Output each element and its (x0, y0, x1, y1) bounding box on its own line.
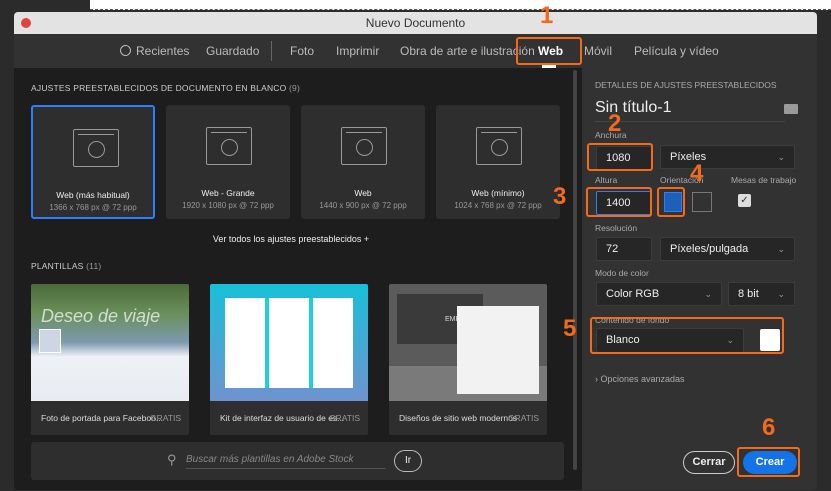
web-document-icon (206, 127, 252, 165)
template-thumbnail: EMPRESA (389, 284, 547, 401)
annotation-box (516, 37, 582, 65)
template-price: GRATIS (149, 413, 181, 423)
globe-icon (491, 139, 508, 156)
template-card[interactable]: Kit de interfaz de usuario de es... GRATI… (210, 284, 368, 435)
clock-icon (120, 45, 131, 56)
chevron-down-icon: ⌄ (704, 289, 712, 299)
web-document-icon (476, 127, 522, 165)
resolution-unit-select[interactable]: Píxeles/pulgada ⌄ (660, 237, 795, 261)
color-mode-select[interactable]: Color RGB ⌄ (596, 282, 722, 306)
search-input[interactable]: Buscar más plantillas en Adobe Stock (186, 454, 386, 469)
resolution-label: Resolución (595, 223, 638, 233)
preset-name: Web (354, 188, 372, 198)
annotation-box (586, 187, 652, 217)
annotation-box (590, 317, 784, 354)
template-price: GRATIS (507, 413, 539, 423)
close-button[interactable]: Cerrar (683, 451, 735, 474)
template-thumbnail (210, 284, 368, 401)
active-tab-indicator (542, 65, 556, 68)
category-tabs: Recientes Guardado Foto Imprimir Obra de… (14, 34, 817, 68)
preset-card[interactable]: Web 1440 x 900 px @ 72 ppp (301, 105, 425, 219)
globe-icon (88, 141, 105, 158)
title-bar: Nuevo Documento (14, 12, 817, 34)
preset-desc: 1440 x 900 px @ 72 ppp (319, 201, 407, 210)
template-name: Kit de interfaz de usuario de es... (220, 413, 345, 423)
bit-depth-select[interactable]: 8 bit ⌄ (728, 282, 795, 306)
height-label: Altura (595, 175, 618, 185)
templates-heading: PLANTILLAS (11) (31, 261, 102, 271)
background-document (90, 0, 831, 10)
chevron-down-icon: ⌄ (777, 244, 785, 254)
tab-pelicula[interactable]: Película y vídeo (634, 44, 719, 58)
annotation-number: 5 (563, 315, 577, 342)
chevron-down-icon: ⌄ (777, 152, 785, 162)
template-name: Foto de portada para Faceboo... (41, 413, 163, 423)
globe-icon (221, 139, 238, 156)
globe-icon (356, 139, 373, 156)
close-window-button[interactable] (21, 18, 31, 28)
search-icon: ⚲ (167, 452, 177, 467)
tab-label: Recientes (136, 44, 190, 58)
annotation-number: 6 (762, 414, 776, 441)
unit-select[interactable]: Píxeles ⌄ (660, 145, 795, 169)
view-all-presets-link[interactable]: Ver todos los ajustes preestablecidos + (14, 234, 568, 244)
template-card[interactable]: Deseo de viaje Foto de portada para Face… (31, 284, 189, 435)
annotation-number: 2 (608, 110, 622, 137)
scrollbar[interactable] (573, 70, 577, 470)
tab-movil[interactable]: Móvil (584, 44, 612, 58)
tab-obra-de-arte[interactable]: Obra de arte e ilustración (400, 44, 535, 58)
annotation-box (587, 143, 653, 171)
tab-recientes[interactable]: Recientes (120, 44, 189, 58)
color-mode-label: Modo de color (595, 268, 649, 278)
preset-card[interactable]: Web (mínimo) 1024 x 768 px @ 72 ppp (436, 105, 560, 219)
chevron-down-icon: ⌄ (777, 289, 785, 299)
advanced-options-toggle[interactable]: › Opciones avanzadas (595, 374, 685, 384)
preset-card[interactable]: Web - Grande 1920 x 1080 px @ 72 ppp (166, 105, 290, 219)
preset-name: Web - Grande (201, 188, 255, 198)
preset-name: Web (más habitual) (56, 190, 130, 200)
resolution-input[interactable]: 72 (596, 237, 652, 261)
annotation-number: 3 (553, 183, 567, 210)
annotation-box (737, 447, 800, 477)
search-go-button[interactable]: Ir (394, 450, 422, 472)
landscape-orientation-button[interactable] (692, 192, 712, 212)
preset-name: Web (mínimo) (471, 188, 525, 198)
annotation-number: 4 (690, 160, 704, 187)
annotation-box (657, 187, 685, 217)
template-thumbnail: Deseo de viaje (31, 284, 189, 401)
tab-foto[interactable]: Foto (290, 44, 314, 58)
preset-desc: 1024 x 768 px @ 72 ppp (454, 201, 542, 210)
document-name-input[interactable]: Sin título-1 (595, 99, 785, 122)
web-document-icon (73, 129, 119, 167)
presets-heading: AJUSTES PREESTABLECIDOS DE DOCUMENTO EN … (31, 83, 300, 93)
tab-divider (271, 41, 272, 61)
window-title: Nuevo Documento (365, 16, 466, 30)
web-document-icon (341, 127, 387, 165)
new-document-dialog: Nuevo Documento Recientes Guardado Foto … (14, 12, 817, 490)
tab-guardado[interactable]: Guardado (206, 44, 259, 58)
save-preset-icon[interactable] (784, 104, 798, 114)
template-card[interactable]: EMPRESA Diseños de sitio web modernosGRA… (389, 284, 547, 435)
details-heading: DETALLES DE AJUSTES PREESTABLECIDOS (595, 80, 777, 90)
artboards-checkbox[interactable]: ✓ (738, 194, 751, 207)
tab-imprimir[interactable]: Imprimir (336, 44, 379, 58)
preset-desc: 1366 x 768 px @ 72 ppp (49, 203, 137, 212)
template-name: Diseños de sitio web modernos (399, 413, 518, 423)
template-price: GRATIS (328, 413, 360, 423)
annotation-number: 1 (540, 2, 554, 29)
artboards-label: Mesas de trabajo (731, 175, 797, 185)
preset-card[interactable]: Web (más habitual) 1366 x 768 px @ 72 ppp (31, 105, 155, 219)
preset-desc: 1920 x 1080 px @ 72 ppp (182, 201, 274, 210)
stock-search-bar: ⚲ Buscar más plantillas en Adobe Stock I… (31, 442, 564, 480)
